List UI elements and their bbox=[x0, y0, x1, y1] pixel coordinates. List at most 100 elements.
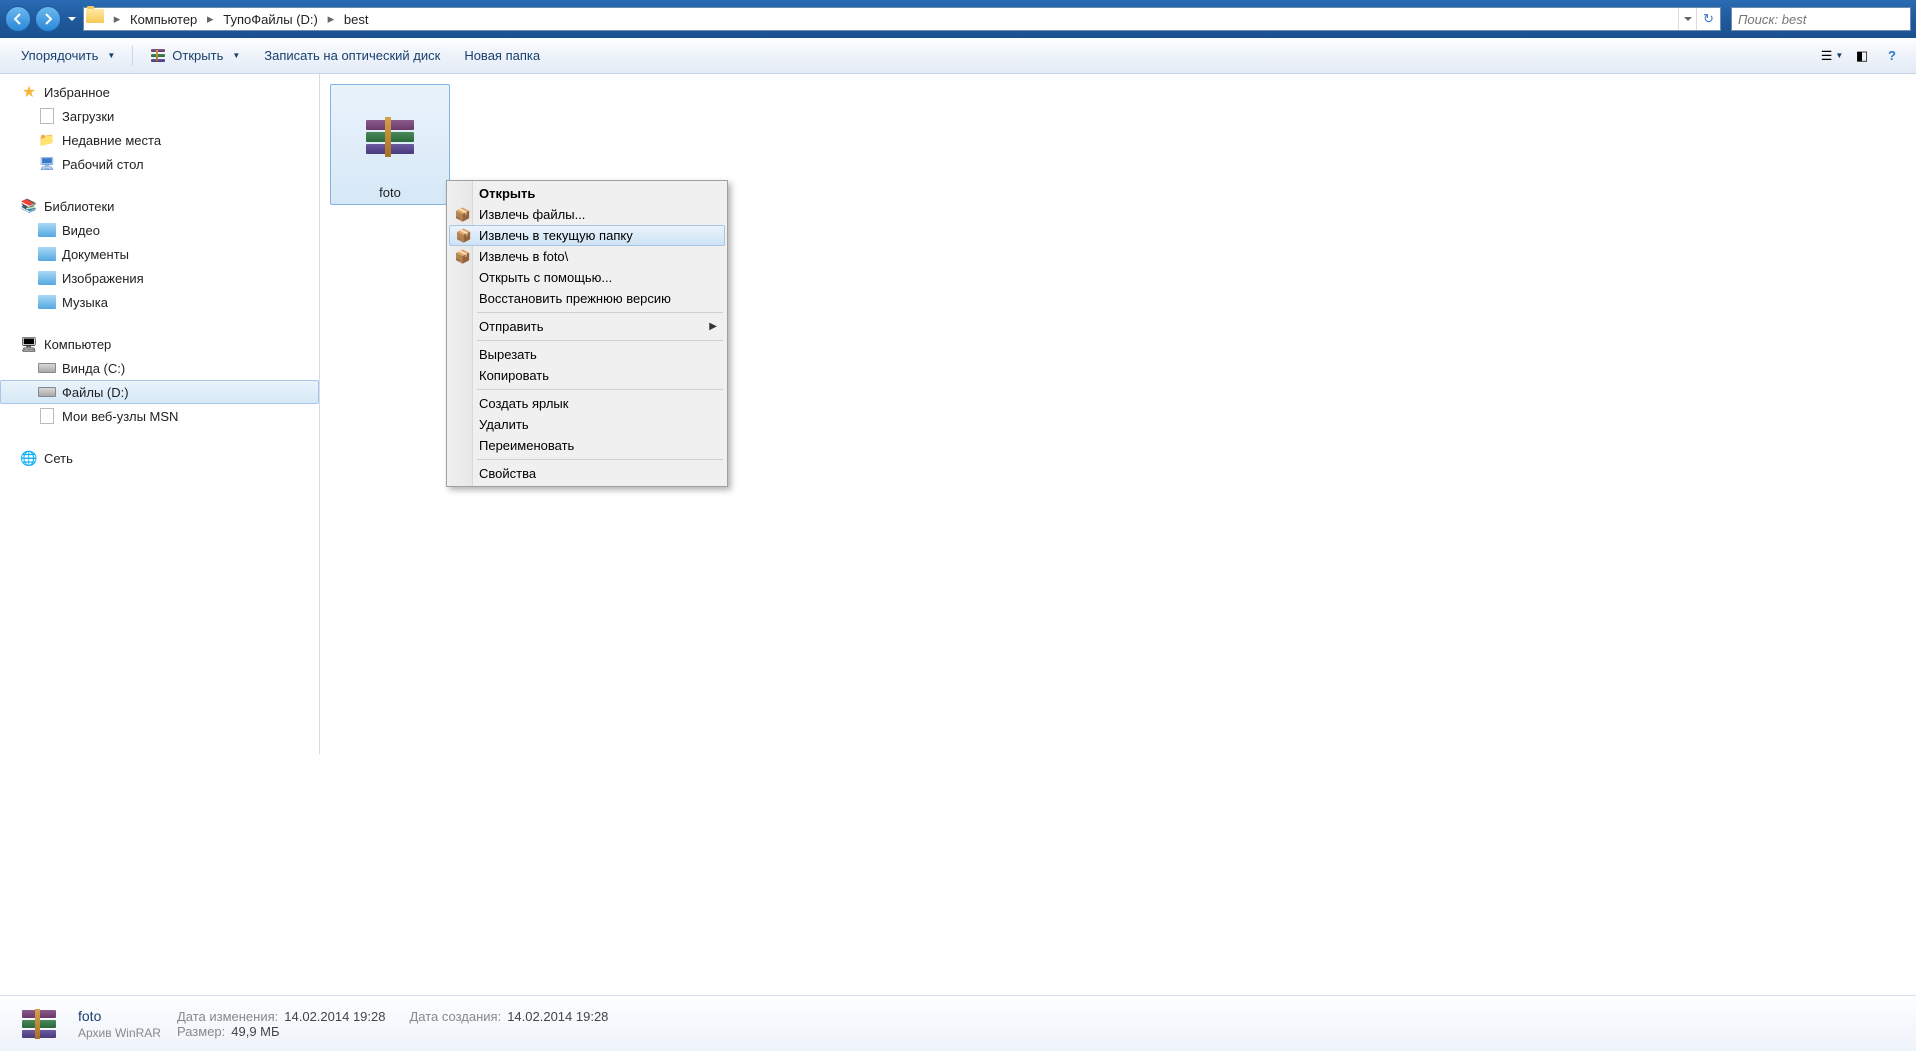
cm-label: Копировать bbox=[479, 368, 549, 383]
sidebar-item-drive-c[interactable]: Винда (C:) bbox=[0, 356, 319, 380]
network-icon: 🌐 bbox=[20, 449, 38, 467]
cm-rename[interactable]: Переименовать bbox=[449, 435, 725, 456]
organize-button[interactable]: Упорядочить▼ bbox=[10, 43, 126, 68]
cm-send-to[interactable]: Отправить▶ bbox=[449, 316, 725, 337]
sidebar-network[interactable]: 🌐 Сеть bbox=[0, 446, 319, 470]
chevron-right-icon: ▶ bbox=[709, 321, 717, 332]
cm-separator bbox=[477, 459, 723, 460]
sidebar-label: Сеть bbox=[44, 451, 73, 466]
address-bar[interactable]: ▸ Компьютер ▸ ТупоФайлы (D:) ▸ best ↻ bbox=[83, 7, 1721, 31]
details-size-value: 49,9 МБ bbox=[231, 1024, 279, 1039]
nav-history-dropdown[interactable] bbox=[65, 6, 79, 32]
sidebar-item-music[interactable]: Музыка bbox=[0, 290, 319, 314]
cm-label: Переименовать bbox=[479, 438, 574, 453]
cm-properties[interactable]: Свойства bbox=[449, 463, 725, 484]
refresh-button[interactable]: ↻ bbox=[1696, 8, 1720, 30]
sidebar-label: Компьютер bbox=[44, 337, 111, 352]
sidebar-label: Библиотеки bbox=[44, 199, 114, 214]
winrar-icon: 📦 bbox=[455, 249, 471, 265]
sidebar-item-downloads[interactable]: Загрузки bbox=[0, 104, 319, 128]
sidebar-item-video[interactable]: Видео bbox=[0, 218, 319, 242]
search-box[interactable]: 🔍 bbox=[1731, 7, 1911, 31]
details-info: foto Архив WinRAR bbox=[78, 1008, 161, 1040]
sidebar-item-images[interactable]: Изображения bbox=[0, 266, 319, 290]
winrar-icon: 📦 bbox=[456, 228, 472, 244]
cm-restore-prev[interactable]: Восстановить прежнюю версию bbox=[449, 288, 725, 309]
search-input[interactable] bbox=[1738, 12, 1916, 27]
open-label: Открыть bbox=[172, 48, 223, 63]
new-folder-label: Новая папка bbox=[464, 48, 540, 63]
sidebar-label: Изображения bbox=[62, 271, 144, 286]
preview-pane-button[interactable]: ◧ bbox=[1848, 44, 1876, 68]
breadcrumb-part[interactable]: best bbox=[338, 8, 375, 30]
navigation-pane: ★Избранное Загрузки 📁Недавние места 🖥Раб… bbox=[0, 74, 320, 754]
details-name: foto bbox=[78, 1008, 161, 1024]
details-mod-value: 14.02.2014 19:28 bbox=[284, 1009, 385, 1024]
view-icon: ☰ bbox=[1821, 48, 1833, 64]
details-pane: foto Архив WinRAR Дата изменения: 14.02.2… bbox=[0, 995, 1916, 1051]
cm-label: Открыть с помощью... bbox=[479, 270, 612, 285]
details-mod-label: Дата изменения: bbox=[177, 1009, 278, 1024]
computer-icon: 🖥 bbox=[20, 335, 38, 353]
breadcrumb-sep[interactable]: ▸ bbox=[324, 8, 338, 30]
sidebar-label: Музыка bbox=[62, 295, 108, 310]
cm-extract-here[interactable]: 📦 Извлечь в текущую папку bbox=[449, 225, 725, 246]
page-icon bbox=[38, 407, 56, 425]
sidebar-item-drive-d[interactable]: Файлы (D:) bbox=[0, 380, 319, 404]
toolbar: Упорядочить▼ Открыть▼ Записать на оптиче… bbox=[0, 38, 1916, 74]
breadcrumb-sep[interactable]: ▸ bbox=[110, 8, 124, 30]
burn-button[interactable]: Записать на оптический диск bbox=[253, 43, 451, 68]
breadcrumb-part[interactable]: ТупоФайлы (D:) bbox=[217, 8, 324, 30]
organize-label: Упорядочить bbox=[21, 48, 98, 63]
sidebar-item-msn[interactable]: Мои веб-узлы MSN bbox=[0, 404, 319, 428]
cm-copy[interactable]: Копировать bbox=[449, 365, 725, 386]
sidebar-label: Видео bbox=[62, 223, 100, 238]
sidebar-item-documents[interactable]: Документы bbox=[0, 242, 319, 266]
cm-delete[interactable]: Удалить bbox=[449, 414, 725, 435]
sidebar-label: Рабочий стол bbox=[62, 157, 144, 172]
forward-button[interactable] bbox=[35, 6, 61, 32]
burn-label: Записать на оптический диск bbox=[264, 48, 440, 63]
cm-label: Создать ярлык bbox=[479, 396, 568, 411]
new-folder-button[interactable]: Новая папка bbox=[453, 43, 551, 68]
breadcrumb-sep[interactable]: ▸ bbox=[203, 8, 217, 30]
sidebar-item-desktop[interactable]: 🖥Рабочий стол bbox=[0, 152, 319, 176]
cm-extract-to[interactable]: 📦Извлечь в foto\ bbox=[449, 246, 725, 267]
open-button[interactable]: Открыть▼ bbox=[139, 43, 251, 68]
file-name: foto bbox=[335, 185, 445, 200]
cm-create-shortcut[interactable]: Создать ярлык bbox=[449, 393, 725, 414]
sidebar-label: Документы bbox=[62, 247, 129, 262]
sidebar-computer[interactable]: 🖥 Компьютер bbox=[0, 332, 319, 356]
cm-label: Извлечь в текущую папку bbox=[479, 228, 633, 243]
file-item-foto[interactable]: foto bbox=[330, 84, 450, 205]
sidebar-label: Недавние места bbox=[62, 133, 161, 148]
winrar-icon: 📦 bbox=[455, 207, 471, 223]
breadcrumb-part[interactable]: Компьютер bbox=[124, 8, 203, 30]
images-icon bbox=[38, 269, 56, 287]
sidebar-label: Избранное bbox=[44, 85, 110, 100]
toolbar-sep bbox=[132, 46, 133, 66]
star-icon: ★ bbox=[20, 83, 38, 101]
cm-label: Удалить bbox=[479, 417, 529, 432]
back-button[interactable] bbox=[5, 6, 31, 32]
sidebar-favorites[interactable]: ★ Избранное bbox=[0, 80, 319, 104]
sidebar-label: Файлы (D:) bbox=[62, 385, 129, 400]
page-icon bbox=[38, 107, 56, 125]
documents-icon bbox=[38, 245, 56, 263]
preview-pane-icon: ◧ bbox=[1856, 48, 1868, 64]
sidebar-item-recent[interactable]: 📁Недавние места bbox=[0, 128, 319, 152]
cm-extract-files[interactable]: 📦 Извлечь файлы... bbox=[449, 204, 725, 225]
address-dropdown[interactable] bbox=[1678, 8, 1696, 30]
chevron-down-icon: ▼ bbox=[1835, 51, 1843, 60]
cm-label: Извлечь файлы... bbox=[479, 207, 585, 222]
libraries-icon: 📚 bbox=[20, 197, 38, 215]
drive-icon bbox=[38, 359, 56, 377]
cm-cut[interactable]: Вырезать bbox=[449, 344, 725, 365]
sidebar-libraries[interactable]: 📚 Библиотеки bbox=[0, 194, 319, 218]
cm-label: Открыть bbox=[479, 186, 535, 201]
cm-label: Вырезать bbox=[479, 347, 537, 362]
cm-open[interactable]: Открыть bbox=[449, 183, 725, 204]
cm-open-with[interactable]: Открыть с помощью... bbox=[449, 267, 725, 288]
help-button[interactable]: ? bbox=[1878, 44, 1906, 68]
view-options-button[interactable]: ☰▼ bbox=[1818, 44, 1846, 68]
